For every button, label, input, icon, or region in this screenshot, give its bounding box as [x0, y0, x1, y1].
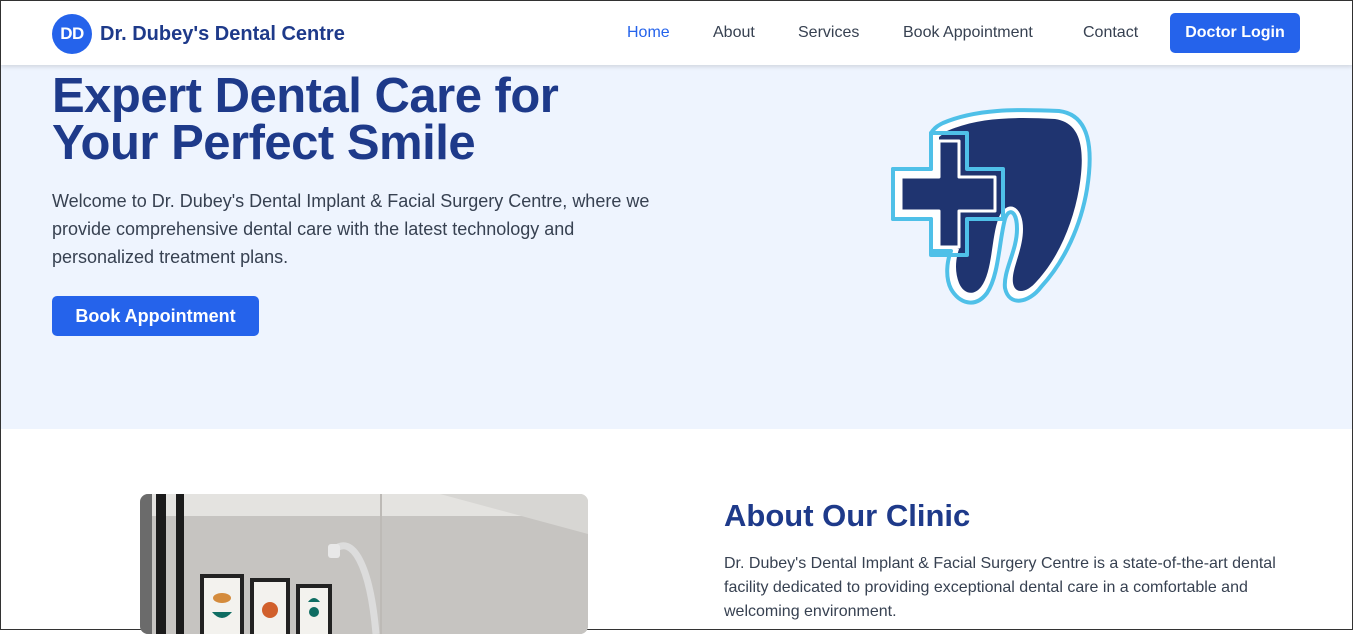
- tooth-cross-icon: [891, 108, 1092, 305]
- doctor-login-button[interactable]: Doctor Login: [1170, 13, 1300, 53]
- hero-title-line1: Expert Dental Care for: [52, 69, 559, 123]
- clinic-photo: [140, 494, 588, 634]
- nav-link-about[interactable]: About: [713, 24, 755, 42]
- top-navbar: DD Dr. Dubey's Dental Centre Home About …: [1, 1, 1352, 65]
- about-description: Dr. Dubey's Dental Implant & Facial Surg…: [724, 555, 1276, 620]
- hero-title-line2: Your Perfect Smile: [52, 116, 476, 170]
- about-title: About Our Clinic: [724, 498, 971, 533]
- nav-link-book-appointment[interactable]: Book Appointment: [903, 24, 1033, 42]
- clinic-interior-image: [140, 494, 588, 634]
- hero-title: Expert Dental Care for Your Perfect Smil…: [52, 72, 652, 170]
- nav-link-services[interactable]: Services: [798, 24, 859, 42]
- hero-section: Expert Dental Care for Your Perfect Smil…: [1, 65, 1352, 429]
- nav-link-contact[interactable]: Contact: [1083, 24, 1138, 42]
- nav-links: Home About Services Book Appointment Con…: [1, 1, 1352, 65]
- hero-description: Welcome to Dr. Dubey's Dental Implant & …: [52, 191, 650, 267]
- book-appointment-button[interactable]: Book Appointment: [52, 296, 259, 336]
- nav-link-home[interactable]: Home: [627, 24, 670, 42]
